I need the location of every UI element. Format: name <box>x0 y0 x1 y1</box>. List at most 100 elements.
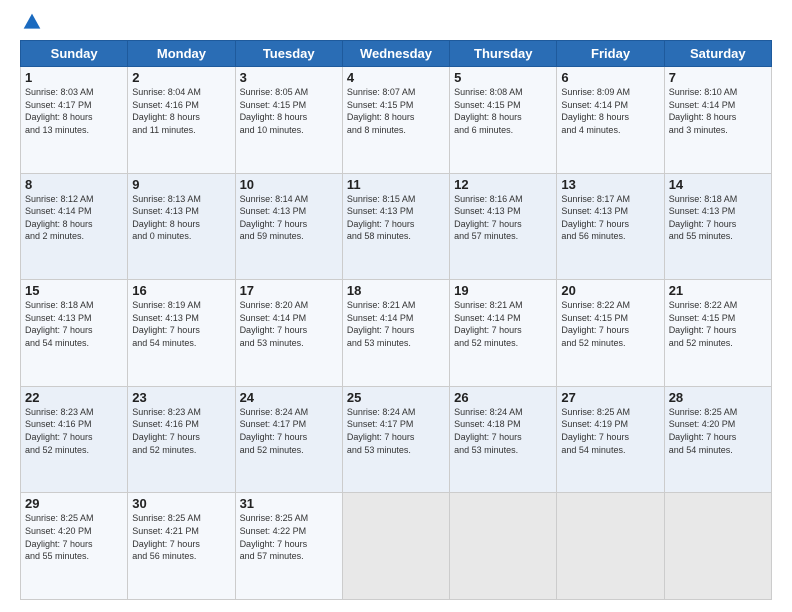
day-number: 24 <box>240 390 338 405</box>
cell-info: Sunrise: 8:08 AMSunset: 4:15 PMDaylight:… <box>454 86 552 136</box>
cell-info: Sunrise: 8:05 AMSunset: 4:15 PMDaylight:… <box>240 86 338 136</box>
weekday-header-saturday: Saturday <box>664 41 771 67</box>
week-row-4: 22Sunrise: 8:23 AMSunset: 4:16 PMDayligh… <box>21 386 772 493</box>
day-number: 12 <box>454 177 552 192</box>
cell-info: Sunrise: 8:25 AMSunset: 4:19 PMDaylight:… <box>561 406 659 456</box>
calendar-cell: 26Sunrise: 8:24 AMSunset: 4:18 PMDayligh… <box>450 386 557 493</box>
cell-info: Sunrise: 8:18 AMSunset: 4:13 PMDaylight:… <box>669 193 767 243</box>
week-row-1: 1Sunrise: 8:03 AMSunset: 4:17 PMDaylight… <box>21 67 772 174</box>
calendar-cell: 4Sunrise: 8:07 AMSunset: 4:15 PMDaylight… <box>342 67 449 174</box>
weekday-header-tuesday: Tuesday <box>235 41 342 67</box>
logo-area <box>20 16 42 32</box>
calendar-cell: 30Sunrise: 8:25 AMSunset: 4:21 PMDayligh… <box>128 493 235 600</box>
cell-info: Sunrise: 8:12 AMSunset: 4:14 PMDaylight:… <box>25 193 123 243</box>
cell-info: Sunrise: 8:18 AMSunset: 4:13 PMDaylight:… <box>25 299 123 349</box>
day-number: 21 <box>669 283 767 298</box>
cell-info: Sunrise: 8:24 AMSunset: 4:17 PMDaylight:… <box>240 406 338 456</box>
cell-info: Sunrise: 8:15 AMSunset: 4:13 PMDaylight:… <box>347 193 445 243</box>
cell-info: Sunrise: 8:04 AMSunset: 4:16 PMDaylight:… <box>132 86 230 136</box>
calendar-cell: 25Sunrise: 8:24 AMSunset: 4:17 PMDayligh… <box>342 386 449 493</box>
day-number: 7 <box>669 70 767 85</box>
day-number: 16 <box>132 283 230 298</box>
page: SundayMondayTuesdayWednesdayThursdayFrid… <box>0 0 792 612</box>
day-number: 6 <box>561 70 659 85</box>
calendar-cell <box>450 493 557 600</box>
cell-info: Sunrise: 8:21 AMSunset: 4:14 PMDaylight:… <box>454 299 552 349</box>
day-number: 4 <box>347 70 445 85</box>
day-number: 18 <box>347 283 445 298</box>
calendar-cell: 1Sunrise: 8:03 AMSunset: 4:17 PMDaylight… <box>21 67 128 174</box>
calendar-cell: 2Sunrise: 8:04 AMSunset: 4:16 PMDaylight… <box>128 67 235 174</box>
calendar-cell: 29Sunrise: 8:25 AMSunset: 4:20 PMDayligh… <box>21 493 128 600</box>
calendar-cell: 7Sunrise: 8:10 AMSunset: 4:14 PMDaylight… <box>664 67 771 174</box>
day-number: 17 <box>240 283 338 298</box>
cell-info: Sunrise: 8:19 AMSunset: 4:13 PMDaylight:… <box>132 299 230 349</box>
day-number: 14 <box>669 177 767 192</box>
calendar-cell: 9Sunrise: 8:13 AMSunset: 4:13 PMDaylight… <box>128 173 235 280</box>
calendar-cell: 14Sunrise: 8:18 AMSunset: 4:13 PMDayligh… <box>664 173 771 280</box>
calendar: SundayMondayTuesdayWednesdayThursdayFrid… <box>20 40 772 600</box>
day-number: 3 <box>240 70 338 85</box>
calendar-cell: 31Sunrise: 8:25 AMSunset: 4:22 PMDayligh… <box>235 493 342 600</box>
cell-info: Sunrise: 8:24 AMSunset: 4:17 PMDaylight:… <box>347 406 445 456</box>
weekday-header-monday: Monday <box>128 41 235 67</box>
day-number: 10 <box>240 177 338 192</box>
cell-info: Sunrise: 8:25 AMSunset: 4:21 PMDaylight:… <box>132 512 230 562</box>
cell-info: Sunrise: 8:21 AMSunset: 4:14 PMDaylight:… <box>347 299 445 349</box>
calendar-cell: 24Sunrise: 8:24 AMSunset: 4:17 PMDayligh… <box>235 386 342 493</box>
cell-info: Sunrise: 8:10 AMSunset: 4:14 PMDaylight:… <box>669 86 767 136</box>
calendar-cell: 12Sunrise: 8:16 AMSunset: 4:13 PMDayligh… <box>450 173 557 280</box>
cell-info: Sunrise: 8:25 AMSunset: 4:20 PMDaylight:… <box>25 512 123 562</box>
week-row-5: 29Sunrise: 8:25 AMSunset: 4:20 PMDayligh… <box>21 493 772 600</box>
weekday-header-row: SundayMondayTuesdayWednesdayThursdayFrid… <box>21 41 772 67</box>
day-number: 5 <box>454 70 552 85</box>
day-number: 9 <box>132 177 230 192</box>
cell-info: Sunrise: 8:25 AMSunset: 4:20 PMDaylight:… <box>669 406 767 456</box>
calendar-cell: 3Sunrise: 8:05 AMSunset: 4:15 PMDaylight… <box>235 67 342 174</box>
week-row-3: 15Sunrise: 8:18 AMSunset: 4:13 PMDayligh… <box>21 280 772 387</box>
day-number: 13 <box>561 177 659 192</box>
calendar-cell: 10Sunrise: 8:14 AMSunset: 4:13 PMDayligh… <box>235 173 342 280</box>
week-row-2: 8Sunrise: 8:12 AMSunset: 4:14 PMDaylight… <box>21 173 772 280</box>
calendar-cell: 23Sunrise: 8:23 AMSunset: 4:16 PMDayligh… <box>128 386 235 493</box>
cell-info: Sunrise: 8:22 AMSunset: 4:15 PMDaylight:… <box>561 299 659 349</box>
day-number: 1 <box>25 70 123 85</box>
cell-info: Sunrise: 8:09 AMSunset: 4:14 PMDaylight:… <box>561 86 659 136</box>
day-number: 19 <box>454 283 552 298</box>
cell-info: Sunrise: 8:20 AMSunset: 4:14 PMDaylight:… <box>240 299 338 349</box>
cell-info: Sunrise: 8:25 AMSunset: 4:22 PMDaylight:… <box>240 512 338 562</box>
day-number: 29 <box>25 496 123 511</box>
day-number: 26 <box>454 390 552 405</box>
day-number: 30 <box>132 496 230 511</box>
day-number: 20 <box>561 283 659 298</box>
calendar-cell: 5Sunrise: 8:08 AMSunset: 4:15 PMDaylight… <box>450 67 557 174</box>
day-number: 25 <box>347 390 445 405</box>
calendar-cell: 15Sunrise: 8:18 AMSunset: 4:13 PMDayligh… <box>21 280 128 387</box>
calendar-cell: 28Sunrise: 8:25 AMSunset: 4:20 PMDayligh… <box>664 386 771 493</box>
weekday-header-thursday: Thursday <box>450 41 557 67</box>
calendar-cell: 18Sunrise: 8:21 AMSunset: 4:14 PMDayligh… <box>342 280 449 387</box>
day-number: 27 <box>561 390 659 405</box>
calendar-cell: 19Sunrise: 8:21 AMSunset: 4:14 PMDayligh… <box>450 280 557 387</box>
cell-info: Sunrise: 8:22 AMSunset: 4:15 PMDaylight:… <box>669 299 767 349</box>
calendar-cell: 6Sunrise: 8:09 AMSunset: 4:14 PMDaylight… <box>557 67 664 174</box>
calendar-cell: 17Sunrise: 8:20 AMSunset: 4:14 PMDayligh… <box>235 280 342 387</box>
cell-info: Sunrise: 8:03 AMSunset: 4:17 PMDaylight:… <box>25 86 123 136</box>
weekday-header-wednesday: Wednesday <box>342 41 449 67</box>
day-number: 11 <box>347 177 445 192</box>
cell-info: Sunrise: 8:24 AMSunset: 4:18 PMDaylight:… <box>454 406 552 456</box>
cell-info: Sunrise: 8:17 AMSunset: 4:13 PMDaylight:… <box>561 193 659 243</box>
day-number: 15 <box>25 283 123 298</box>
calendar-cell: 11Sunrise: 8:15 AMSunset: 4:13 PMDayligh… <box>342 173 449 280</box>
weekday-header-sunday: Sunday <box>21 41 128 67</box>
day-number: 23 <box>132 390 230 405</box>
calendar-cell: 16Sunrise: 8:19 AMSunset: 4:13 PMDayligh… <box>128 280 235 387</box>
calendar-cell: 22Sunrise: 8:23 AMSunset: 4:16 PMDayligh… <box>21 386 128 493</box>
day-number: 28 <box>669 390 767 405</box>
day-number: 2 <box>132 70 230 85</box>
calendar-cell: 20Sunrise: 8:22 AMSunset: 4:15 PMDayligh… <box>557 280 664 387</box>
cell-info: Sunrise: 8:23 AMSunset: 4:16 PMDaylight:… <box>132 406 230 456</box>
calendar-cell <box>664 493 771 600</box>
day-number: 8 <box>25 177 123 192</box>
logo-icon <box>22 12 42 32</box>
